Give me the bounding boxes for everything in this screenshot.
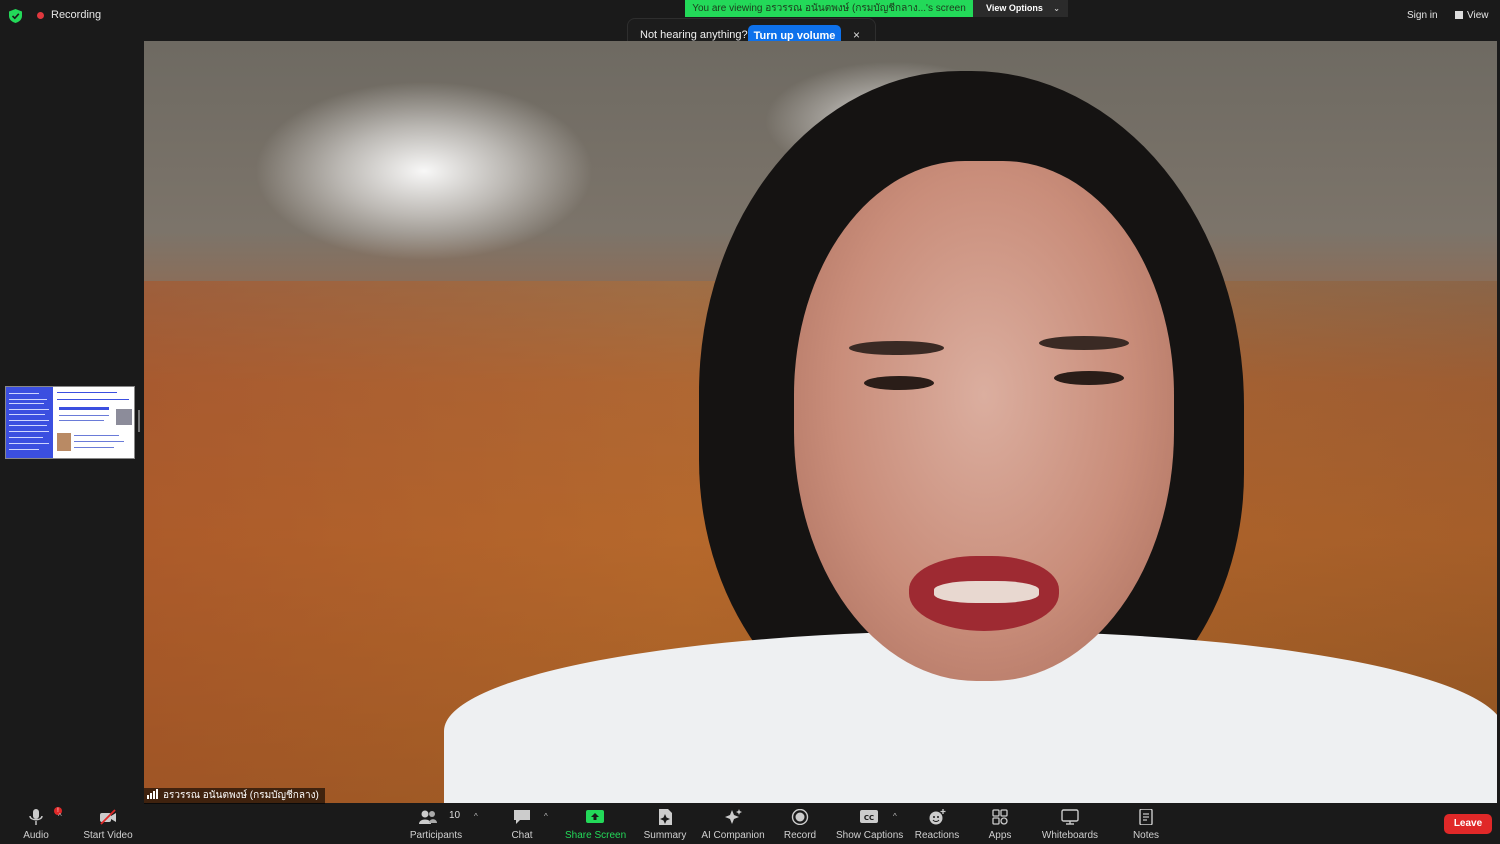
shield-icon[interactable] [9,9,22,23]
viewing-banner: You are viewing อรวรรณ อนันตพงษ์ (กรมบัญ… [685,0,973,17]
panel-resize-handle[interactable] [138,410,140,432]
view-options-button[interactable]: View Options ⌄ [973,0,1068,17]
reactions-button[interactable]: Reactions [912,804,962,844]
ai-companion-button[interactable]: AI Companion [700,804,766,844]
microphone-icon [29,809,43,825]
toast-message: Not hearing anything? [640,29,748,41]
whiteboards-icon [1061,809,1079,825]
chat-button[interactable]: Chat [502,804,542,844]
summary-button[interactable]: Summary [640,804,690,844]
ceiling-light [254,81,594,261]
meeting-toolbar: ! Audio ^ Start Video Participants 10 ^ … [0,804,1500,844]
record-icon [791,809,809,825]
record-button[interactable]: Record [780,804,820,844]
speaker-teeth [934,581,1039,603]
view-label: View [1467,10,1489,21]
thumbnail-left-panel [6,387,53,458]
record-label: Record [783,830,817,841]
view-button[interactable]: View [1455,10,1489,21]
chat-label: Chat [511,830,533,841]
audio-button[interactable]: ! Audio [16,804,62,844]
participants-icon [419,810,437,824]
chat-icon [514,810,530,824]
share-screen-button[interactable]: Share Screen [565,804,627,844]
share-screen-label: Share Screen [565,830,627,841]
speaker-eyebrow [849,341,944,355]
reactions-label: Reactions [914,830,960,841]
ai-companion-label: AI Companion [701,830,765,841]
close-icon[interactable]: × [853,28,860,42]
start-video-button[interactable]: Start Video [80,804,136,844]
whiteboards-label: Whiteboards [1041,830,1099,841]
chevron-down-icon: ⌄ [1053,4,1060,13]
sign-in-button[interactable]: Sign in [1407,10,1438,21]
participant-nameplate: อรวรรณ อนันตพงษ์ (กรมบัญชีกลาง) [144,788,325,804]
signal-bars-icon [147,789,159,805]
speaker-eye [864,376,934,390]
ai-companion-icon [725,809,742,824]
apps-button[interactable]: Apps [980,804,1020,844]
view-options-label: View Options [986,3,1043,13]
captions-icon: CC [860,810,878,823]
whiteboards-button[interactable]: Whiteboards [1038,804,1102,844]
thumbnail-image [116,409,132,425]
view-icon [1455,11,1463,19]
notes-label: Notes [1132,830,1160,841]
audio-label: Audio [23,830,49,841]
speaker-eye [1054,371,1124,385]
speaker-eyebrow [1039,336,1129,350]
active-speaker-video[interactable] [144,41,1497,803]
thumbnail-image [57,433,71,451]
notes-icon [1139,809,1153,825]
summary-label: Summary [643,830,687,841]
reactions-icon [929,809,946,825]
show-captions-label: Show Captions [836,830,904,841]
share-screen-icon [586,810,604,823]
summary-icon [659,809,672,825]
recording-label[interactable]: Recording [51,9,101,21]
show-captions-button[interactable]: CC Show Captions [836,804,904,844]
participants-count: 10 [449,810,461,821]
video-off-icon [100,809,116,825]
participants-options-caret[interactable]: ^ [474,812,478,821]
leave-button[interactable]: Leave [1444,814,1492,834]
recording-dot-icon [37,12,44,19]
shared-screen-thumbnail[interactable] [5,386,135,459]
notes-button[interactable]: Notes [1126,804,1166,844]
apps-icon [992,809,1008,825]
svg-text:CC: CC [864,814,874,822]
captions-options-caret[interactable]: ^ [893,812,897,821]
participant-name: อรวรรณ อนันตพงษ์ (กรมบัญชีกลาง) [163,790,319,801]
apps-label: Apps [988,830,1012,841]
audio-options-caret[interactable]: ^ [58,812,62,821]
chat-options-caret[interactable]: ^ [544,812,548,821]
participants-label: Participants [409,830,463,841]
start-video-label: Start Video [83,830,133,841]
